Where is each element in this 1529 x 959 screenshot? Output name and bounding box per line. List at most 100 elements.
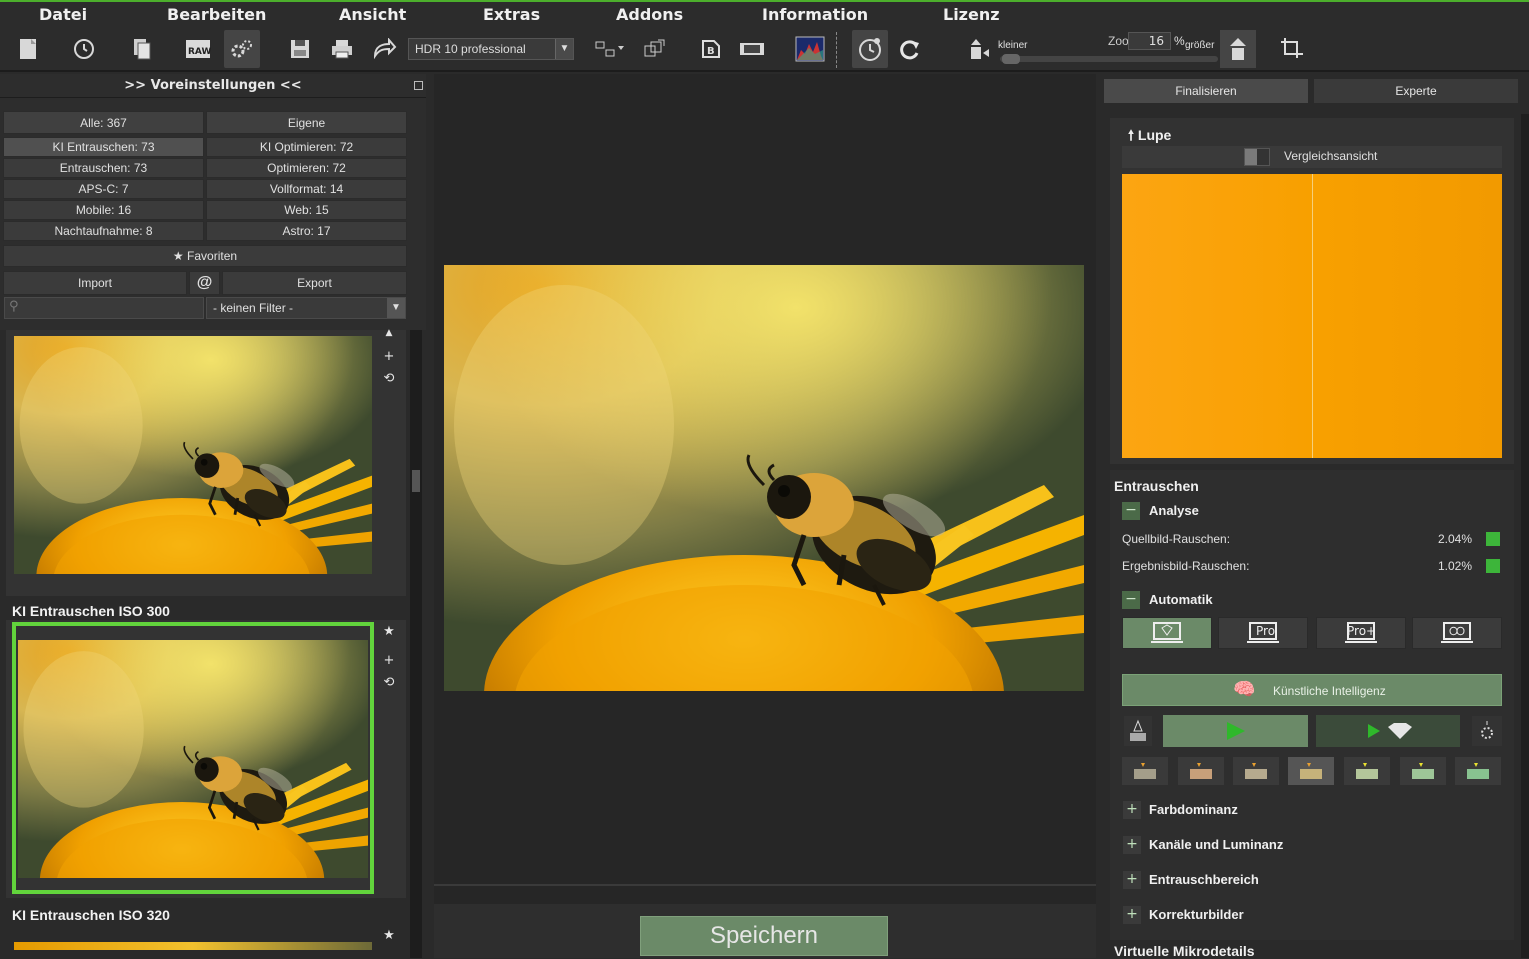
menu-bearbeiten[interactable]: Bearbeiten [167, 5, 266, 24]
document-b-icon[interactable]: B [693, 30, 729, 68]
mode-pro-plus-button[interactable]: Pro+ [1316, 617, 1406, 649]
import-button[interactable]: Import [3, 271, 187, 295]
search-input[interactable]: ⚲ [4, 297, 204, 319]
entrauschbereich-title[interactable]: Entrauschbereich [1149, 872, 1259, 887]
menu-extras[interactable]: Extras [483, 5, 540, 24]
refresh-icon[interactable]: ⟲ [382, 676, 396, 690]
kanaele-title[interactable]: Kanäle und Luminanz [1149, 837, 1283, 852]
run-premium-button[interactable] [1316, 715, 1460, 747]
settings-gears-icon[interactable] [224, 30, 260, 68]
menu-addons[interactable]: Addons [616, 5, 683, 24]
collapse-analysis-button[interactable]: − [1122, 502, 1140, 520]
compare-row[interactable]: Vergleichsansicht [1122, 146, 1502, 168]
scroll-up-icon[interactable]: ▲ [382, 326, 396, 340]
menu-ansicht[interactable]: Ansicht [339, 5, 406, 24]
category-web[interactable]: Web: 15 [206, 200, 407, 220]
settings-gear-icon[interactable] [1472, 716, 1502, 746]
star-icon[interactable]: ★ [382, 929, 396, 943]
plus-icon[interactable]: + [382, 654, 396, 668]
settings-scrollbar[interactable] [1521, 114, 1529, 958]
larger-preview-icon[interactable] [1220, 30, 1256, 68]
mode-pro-button[interactable]: Pro [1218, 617, 1308, 649]
noise-level-6-button[interactable] [1400, 757, 1446, 785]
scrollbar-thumb[interactable] [412, 470, 420, 492]
expand-entrauschbereich-button[interactable]: + [1123, 871, 1141, 889]
category-astro[interactable]: Astro: 17 [206, 221, 407, 241]
category-mobile[interactable]: Mobile: 16 [3, 200, 204, 220]
histogram-icon[interactable] [792, 30, 828, 68]
loupe-view[interactable] [1122, 174, 1502, 458]
refresh-icon[interactable]: ⟲ [382, 372, 396, 386]
zoom-input[interactable]: 16 [1128, 32, 1171, 50]
export-button[interactable]: Export [222, 271, 407, 295]
favorites-button[interactable]: ★ Favoriten [3, 245, 407, 267]
zoom-slider-track[interactable] [1000, 56, 1218, 62]
ai-button[interactable]: 🧠 Künstliche Intelligenz [1122, 674, 1502, 706]
preset-thumbnail[interactable] [14, 336, 372, 574]
category-entrauschen[interactable]: Entrauschen: 73 [3, 158, 204, 178]
menu-information[interactable]: Information [762, 5, 868, 24]
noise-level-2-button[interactable] [1178, 757, 1224, 785]
noise-level-5-button[interactable] [1344, 757, 1390, 785]
tab-experte[interactable]: Experte [1314, 79, 1518, 103]
menu-lizenz[interactable]: Lizenz [943, 5, 1000, 24]
mode-infinity-button[interactable] [1412, 617, 1502, 649]
menu-datei[interactable]: Datei [39, 5, 87, 24]
compare-toggle-icon[interactable] [1244, 148, 1270, 166]
filmstrip-icon[interactable] [734, 30, 770, 68]
collapse-auto-button[interactable]: − [1122, 591, 1140, 609]
print-icon[interactable] [324, 30, 360, 68]
expand-kanaele-button[interactable]: + [1123, 836, 1141, 854]
category-ki-entrauschen[interactable]: KI Entrauschen: 73 [3, 137, 204, 157]
mode-diamond-button[interactable] [1122, 617, 1212, 649]
preset-list-scrollbar[interactable] [410, 330, 422, 958]
history-icon[interactable] [66, 30, 102, 68]
expand-farbdominanz-button[interactable]: + [1123, 801, 1141, 819]
noise-level-1-button[interactable] [1122, 757, 1168, 785]
main-preview-image[interactable] [444, 265, 1084, 691]
crop-rotate-icon[interactable] [1274, 30, 1310, 68]
transfer-icon[interactable] [636, 30, 672, 68]
run-button[interactable] [1163, 715, 1308, 747]
plus-icon[interactable]: + [382, 350, 396, 364]
save-disk-icon[interactable] [282, 30, 318, 68]
star-icon[interactable]: ★ [382, 625, 396, 639]
noise-level-3-button[interactable] [1233, 757, 1279, 785]
zoom-slider-handle[interactable] [1002, 54, 1020, 64]
preset-thumbnail-partial[interactable] [14, 942, 372, 950]
detach-panel-icon[interactable] [414, 81, 423, 90]
source-noise-indicator [1486, 532, 1500, 546]
noise-level-4-button[interactable] [1288, 757, 1334, 785]
preset-thumbnail[interactable] [18, 640, 368, 878]
new-document-icon[interactable] [10, 30, 46, 68]
svg-text:RAW: RAW [188, 47, 211, 57]
filter-select[interactable]: - keinen Filter - ▼ [206, 297, 406, 319]
play-diamond-icon [1368, 723, 1412, 739]
timer-reset-icon[interactable] [852, 30, 888, 68]
batch-documents-icon[interactable] [124, 30, 160, 68]
expand-korrekturbilder-button[interactable]: + [1123, 906, 1141, 924]
tab-all[interactable]: Alle: 367 [3, 111, 204, 134]
category-ki-optimieren[interactable]: KI Optimieren: 72 [206, 137, 407, 157]
tab-finalisieren[interactable]: Finalisieren [1104, 79, 1308, 103]
tab-own[interactable]: Eigene [206, 111, 407, 134]
noise-preview-icon[interactable] [1124, 716, 1152, 746]
category-optimieren[interactable]: Optimieren: 72 [206, 158, 407, 178]
category-vollformat[interactable]: Vollformat: 14 [206, 179, 407, 199]
farbdominanz-title[interactable]: Farbdominanz [1149, 802, 1238, 817]
mikrodetails-title[interactable]: Virtuelle Mikrodetails [1114, 943, 1255, 959]
loupe-title-text: Lupe [1137, 127, 1172, 143]
save-button[interactable]: Speichern [640, 916, 888, 956]
redo-icon[interactable] [892, 30, 928, 68]
noise-level-7-button[interactable] [1455, 757, 1501, 785]
layout-dropdown-icon[interactable] [590, 30, 632, 68]
category-aps-c[interactable]: APS-C: 7 [3, 179, 204, 199]
category-nachtaufnahme[interactable]: Nachtaufnahme: 8 [3, 221, 204, 241]
at-button[interactable]: @ [189, 271, 220, 295]
smaller-preview-icon[interactable] [960, 30, 996, 68]
share-export-icon[interactable] [366, 30, 402, 68]
loupe-split-line[interactable] [1312, 174, 1313, 458]
profile-select[interactable]: HDR 10 professional ▼ [408, 38, 574, 60]
raw-icon[interactable]: RAW [180, 30, 216, 68]
korrekturbilder-title[interactable]: Korrekturbilder [1149, 907, 1244, 922]
